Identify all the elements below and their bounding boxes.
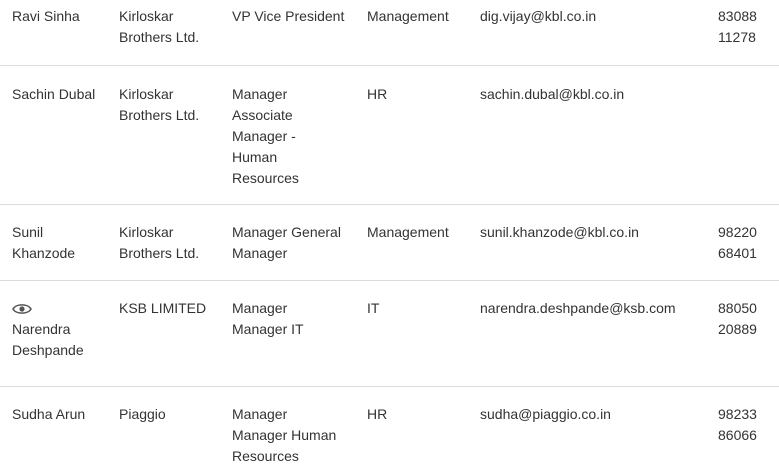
phone-line: 86066 bbox=[718, 427, 757, 443]
phone-line: 98233 bbox=[718, 406, 757, 422]
name-line: Narendra bbox=[12, 321, 71, 337]
company-name: Kirloskar Brothers Ltd. bbox=[119, 6, 224, 48]
title-line: Manager bbox=[232, 300, 288, 316]
title-line: Manager General bbox=[232, 224, 341, 240]
title-line: Manager bbox=[232, 245, 288, 261]
name-line: Sunil bbox=[12, 224, 44, 240]
job-title: Manager General Manager bbox=[232, 222, 357, 264]
phone-line: 88050 bbox=[718, 300, 757, 316]
email-address: sunil.khanzode@kbl.co.in bbox=[480, 224, 639, 240]
table-row: Ravi Sinha Kirloskar Brothers Ltd. VP Vi… bbox=[0, 0, 779, 66]
department: IT bbox=[367, 300, 380, 316]
contacts-table: Ravi Sinha Kirloskar Brothers Ltd. VP Vi… bbox=[0, 0, 779, 468]
phone-number: 98220 68401 bbox=[718, 222, 768, 264]
title-line: Resources bbox=[232, 170, 299, 186]
company-line: Brothers Ltd. bbox=[119, 29, 200, 45]
name-line: Khanzode bbox=[12, 245, 76, 261]
title-line: Human bbox=[232, 149, 278, 165]
phone-number: 98233 86066 bbox=[718, 404, 768, 446]
department: HR bbox=[367, 86, 388, 102]
contact-name: Ravi Sinha bbox=[12, 8, 80, 24]
contact-name: Sachin Dubal bbox=[12, 86, 96, 102]
eye-icon[interactable] bbox=[12, 302, 32, 316]
phone-line: 83088 bbox=[718, 8, 757, 24]
table-row: Sudha Arun Piaggio Manager Manager Human… bbox=[0, 387, 779, 468]
table-row: Narendra Deshpande KSB LIMITED Manager M… bbox=[0, 281, 779, 387]
title-line: Resources bbox=[232, 448, 299, 464]
company-line: KSB LIMITED bbox=[119, 300, 207, 316]
title-line: Manager - bbox=[232, 128, 296, 144]
email-address: narendra.deshpande@ksb.com bbox=[480, 300, 676, 316]
email-address: sachin.dubal@kbl.co.in bbox=[480, 86, 625, 102]
title-line: Manager bbox=[232, 406, 288, 422]
email-address: dig.vijay@kbl.co.in bbox=[480, 8, 597, 24]
company-line: Brothers Ltd. bbox=[119, 107, 200, 123]
job-title: Manager Associate Manager - Human Resour… bbox=[232, 84, 350, 189]
name-line: Deshpande bbox=[12, 342, 84, 358]
contact-name: Narendra Deshpande bbox=[12, 298, 110, 361]
company-line: Kirloskar bbox=[119, 224, 174, 240]
department: HR bbox=[367, 406, 388, 422]
company-line: Brothers Ltd. bbox=[119, 245, 200, 261]
email-address: sudha@piaggio.co.in bbox=[480, 406, 611, 422]
title-line: VP Vice President bbox=[232, 8, 345, 24]
title-line: Associate bbox=[232, 107, 293, 123]
company-line: Piaggio bbox=[119, 406, 166, 422]
phone-number: 88050 20889 bbox=[718, 298, 768, 340]
title-line: Manager bbox=[232, 86, 288, 102]
job-title: Manager Manager IT bbox=[232, 298, 350, 340]
phone-line: 98220 bbox=[718, 224, 757, 240]
company-name: Piaggio bbox=[119, 404, 224, 425]
company-name: Kirloskar Brothers Ltd. bbox=[119, 84, 224, 126]
company-line: Kirloskar bbox=[119, 86, 174, 102]
job-title: VP Vice President bbox=[232, 6, 357, 27]
company-line: Kirloskar bbox=[119, 8, 174, 24]
job-title: Manager Manager Human Resources bbox=[232, 404, 350, 467]
title-line: Manager IT bbox=[232, 321, 304, 337]
department: Management bbox=[367, 224, 449, 240]
phone-line: 68401 bbox=[718, 245, 757, 261]
phone-line: 11278 bbox=[718, 29, 756, 45]
phone-number: 83088 11278 bbox=[718, 6, 768, 48]
company-name: KSB LIMITED bbox=[119, 298, 224, 319]
company-name: Kirloskar Brothers Ltd. bbox=[119, 222, 224, 264]
title-line: Manager Human bbox=[232, 427, 337, 443]
table-row: Sunil Khanzode Kirloskar Brothers Ltd. M… bbox=[0, 205, 779, 281]
department: Management bbox=[367, 8, 449, 24]
table-row: Sachin Dubal Kirloskar Brothers Ltd. Man… bbox=[0, 66, 779, 205]
contact-name: Sudha Arun bbox=[12, 406, 86, 422]
phone-line: 20889 bbox=[718, 321, 757, 337]
contact-name: Sunil Khanzode bbox=[12, 222, 110, 264]
